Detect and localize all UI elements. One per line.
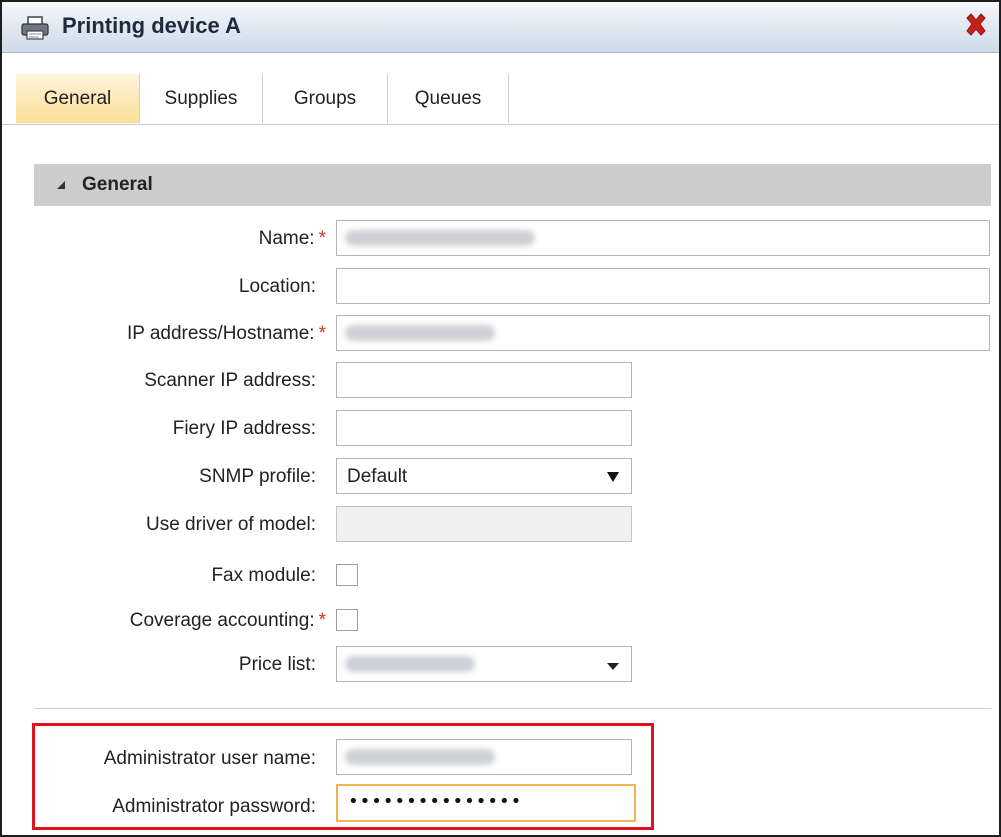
driver-model-label: Use driver of model: bbox=[145, 514, 316, 535]
section-divider bbox=[34, 708, 991, 709]
price-list-select[interactable] bbox=[336, 646, 632, 682]
name-input[interactable] bbox=[336, 220, 990, 256]
blurred-value bbox=[345, 656, 475, 672]
dropdown-arrow-icon bbox=[607, 663, 619, 670]
dropdown-arrow-icon bbox=[607, 472, 619, 482]
required-mark: * bbox=[318, 228, 326, 249]
driver-model-input bbox=[336, 506, 632, 542]
name-label: Name: * bbox=[259, 228, 326, 250]
dialog-title: Printing device A bbox=[62, 13, 241, 38]
fax-module-checkbox[interactable] bbox=[336, 564, 358, 586]
name-label-text: Name: bbox=[258, 228, 315, 249]
coverage-accounting-label: Coverage accounting: * bbox=[130, 610, 326, 632]
snmp-profile-label: SNMP profile: bbox=[199, 466, 316, 487]
device-dialog: Printing device A General Supplies Group… bbox=[0, 0, 1001, 837]
admin-password-input[interactable]: ••••••••••••••• bbox=[336, 784, 636, 822]
section-title: General bbox=[82, 174, 153, 195]
ip-label-text: IP address/Hostname: bbox=[126, 323, 315, 344]
ip-label: IP address/Hostname: * bbox=[127, 323, 326, 345]
fiery-ip-label: Fiery IP address: bbox=[172, 418, 316, 439]
tab-general[interactable]: General bbox=[16, 74, 140, 123]
admin-password-label: Administrator password: bbox=[112, 796, 316, 817]
fiery-ip-input[interactable] bbox=[336, 410, 632, 446]
required-mark: * bbox=[318, 323, 326, 344]
admin-user-label: Administrator user name: bbox=[103, 748, 316, 769]
admin-user-input[interactable] bbox=[336, 739, 632, 775]
required-mark: * bbox=[318, 610, 326, 631]
tab-bar: General Supplies Groups Queues bbox=[2, 74, 999, 125]
blurred-value bbox=[345, 230, 535, 246]
blurred-value bbox=[345, 325, 495, 341]
section-header-general[interactable]: General bbox=[34, 164, 991, 206]
blurred-value bbox=[345, 749, 495, 765]
tab-supplies[interactable]: Supplies bbox=[140, 74, 263, 123]
tab-queues[interactable]: Queues bbox=[388, 74, 509, 123]
location-label: Location: bbox=[238, 276, 316, 297]
password-value: ••••••••••••••• bbox=[348, 791, 523, 812]
scanner-ip-label: Scanner IP address: bbox=[144, 370, 316, 391]
scanner-ip-input[interactable] bbox=[336, 362, 632, 398]
snmp-profile-value: Default bbox=[347, 466, 408, 487]
ip-hostname-input[interactable] bbox=[336, 315, 990, 351]
coverage-accounting-checkbox[interactable] bbox=[336, 609, 358, 631]
fax-module-label: Fax module: bbox=[211, 565, 316, 586]
location-input[interactable] bbox=[336, 268, 990, 304]
price-list-label: Price list: bbox=[238, 654, 316, 675]
coverage-label-text: Coverage accounting: bbox=[129, 610, 315, 631]
snmp-profile-select[interactable]: Default bbox=[336, 458, 632, 494]
tab-groups[interactable]: Groups bbox=[263, 74, 388, 123]
close-icon[interactable] bbox=[963, 12, 989, 38]
title-bar: Printing device A bbox=[2, 2, 999, 53]
collapse-triangle-icon bbox=[57, 181, 65, 189]
printer-icon bbox=[21, 16, 49, 40]
